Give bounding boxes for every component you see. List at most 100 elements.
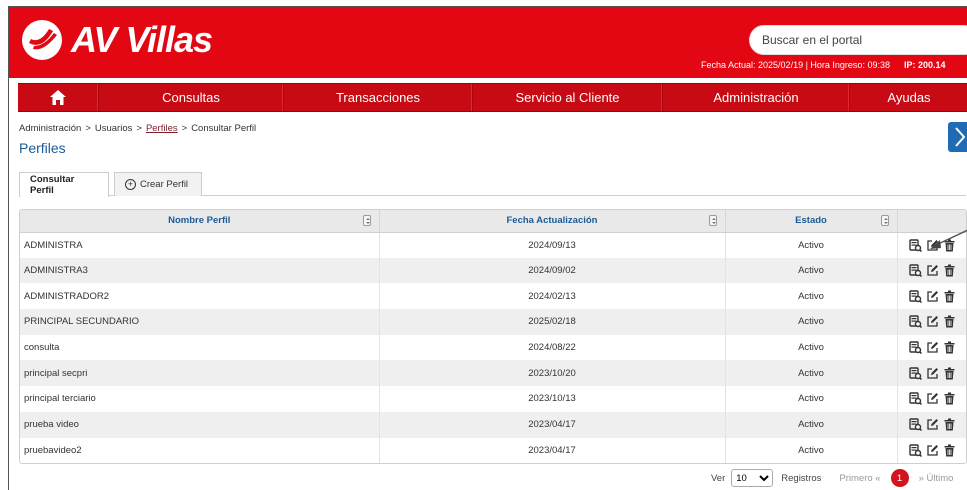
- table-body: ADMINISTRA 2024/09/13 Activo ADMINISTRA3 202…: [20, 232, 966, 463]
- cursor-arrow-icon: [930, 229, 967, 249]
- cell-actions: [897, 360, 966, 387]
- cell-nombre-perfil: principal terciario: [20, 386, 380, 412]
- cell-actions: [897, 386, 966, 412]
- trash-icon[interactable]: [943, 315, 956, 328]
- view-icon[interactable]: [909, 392, 923, 406]
- cell-nombre-perfil: ADMINISTRADOR2: [20, 283, 380, 310]
- tab-bar: Consultar Perfil + Crear Perfil: [19, 172, 966, 197]
- cell-fecha-actualizacion: 2025/02/18: [379, 309, 726, 335]
- cell-estado: Activo: [725, 386, 898, 412]
- column-label: Estado: [795, 215, 827, 227]
- search-input[interactable]: [750, 26, 967, 54]
- cell-estado: Activo: [725, 257, 898, 284]
- view-icon[interactable]: [909, 290, 923, 303]
- edit-icon[interactable]: [926, 290, 939, 303]
- nav-administracion[interactable]: Administración: [663, 84, 850, 111]
- table-row[interactable]: PRINCIPAL SECUNDARIO 2025/02/18 Activo: [20, 309, 966, 335]
- table-row[interactable]: prueba video 2023/04/17 Activo: [20, 411, 966, 438]
- cell-nombre-perfil: PRINCIPAL SECUNDARIO: [20, 309, 380, 335]
- last-page-link[interactable]: » Último: [919, 473, 954, 484]
- logo-mark-icon: [22, 20, 62, 60]
- view-icon[interactable]: [909, 444, 923, 457]
- column-header-fecha-actualizacion[interactable]: Fecha Actualización: [379, 210, 726, 233]
- date-time-info: Fecha Actual: 2025/02/19 | Hora Ingreso:…: [701, 60, 890, 70]
- edit-icon[interactable]: [926, 392, 939, 405]
- trash-icon[interactable]: [943, 341, 956, 354]
- column-header-estado[interactable]: Estado: [725, 210, 898, 233]
- registros-label: Registros: [781, 472, 822, 484]
- trash-icon[interactable]: [943, 264, 956, 277]
- cell-nombre-perfil: principal secpri: [20, 360, 380, 387]
- breadcrumb-perfiles[interactable]: Perfiles: [146, 123, 178, 134]
- page-title: Perfiles: [19, 140, 66, 156]
- page-size-select[interactable]: 10: [731, 469, 774, 487]
- table-row[interactable]: ADMINISTRA 2024/09/13 Activo: [20, 232, 966, 258]
- cell-estado: Activo: [725, 232, 898, 258]
- sort-icon[interactable]: [880, 215, 889, 226]
- add-circle-icon: +: [125, 179, 136, 190]
- edit-icon[interactable]: [926, 444, 939, 457]
- tab-label: Consultar Perfil: [30, 174, 75, 196]
- view-icon[interactable]: [909, 418, 923, 432]
- view-icon[interactable]: [909, 315, 923, 329]
- cell-fecha-actualizacion: 2024/02/13: [379, 283, 726, 310]
- breadcrumb-usuarios[interactable]: Usuarios: [95, 123, 133, 134]
- edit-icon[interactable]: [926, 367, 939, 380]
- search-box[interactable]: [749, 25, 967, 55]
- sort-icon[interactable]: [708, 215, 717, 226]
- breadcrumb-separator: >: [85, 123, 91, 134]
- logo-text: AV Villas: [71, 19, 213, 60]
- edit-icon[interactable]: [926, 341, 939, 354]
- cell-estado: Activo: [725, 309, 898, 335]
- trash-icon[interactable]: [943, 367, 956, 380]
- edit-icon[interactable]: [926, 315, 939, 328]
- first-page-link[interactable]: Primero «: [839, 473, 880, 484]
- home-icon: [50, 90, 66, 105]
- current-page-button[interactable]: 1: [890, 469, 909, 487]
- tab-crear-perfil[interactable]: + Crear Perfil: [114, 172, 202, 196]
- cell-estado: Activo: [725, 283, 898, 310]
- cell-fecha-actualizacion: 2024/08/22: [379, 334, 726, 361]
- trash-icon[interactable]: [943, 290, 956, 303]
- header-bar: AV Villas Fecha Actual: 2025/02/19 | Hor…: [9, 7, 967, 78]
- cell-fecha-actualizacion: 2024/09/13: [379, 232, 726, 258]
- breadcrumb-separator: >: [136, 123, 142, 134]
- table-row[interactable]: ADMINISTRADOR2 2024/02/13 Activo: [20, 283, 966, 310]
- view-icon[interactable]: [909, 238, 923, 252]
- cell-nombre-perfil: pruebavideo2: [20, 437, 380, 463]
- cell-fecha-actualizacion: 2023/10/13: [379, 386, 726, 412]
- column-header-nombre-perfil[interactable]: Nombre Perfil: [20, 210, 380, 233]
- cell-actions: [897, 411, 966, 438]
- edit-icon[interactable]: [926, 418, 939, 431]
- table-row[interactable]: consulta 2024/08/22 Activo: [20, 334, 966, 361]
- table-row[interactable]: principal secpri 2023/10/20 Activo: [20, 360, 966, 387]
- view-icon[interactable]: [909, 264, 923, 278]
- nav-servicio-cliente[interactable]: Servicio al Cliente: [473, 84, 663, 111]
- cell-actions: [897, 283, 966, 310]
- nav-transacciones[interactable]: Transacciones: [284, 84, 473, 111]
- table-row[interactable]: ADMINISTRA3 2024/09/02 Activo: [20, 257, 966, 284]
- side-panel-toggle[interactable]: [948, 122, 967, 152]
- view-icon[interactable]: [909, 341, 923, 355]
- pagination: Ver 10 Registros Primero « 1 » Último: [711, 469, 959, 487]
- cell-nombre-perfil: consulta: [20, 334, 380, 361]
- view-icon[interactable]: [909, 367, 923, 380]
- tab-label: Crear Perfil: [140, 179, 189, 190]
- trash-icon[interactable]: [943, 418, 956, 431]
- profiles-table: Nombre Perfil Fecha Actualización Estado…: [19, 209, 967, 464]
- cell-nombre-perfil: ADMINISTRA3: [20, 257, 380, 284]
- logo[interactable]: AV Villas: [19, 17, 213, 63]
- sort-icon[interactable]: [362, 215, 371, 226]
- cell-nombre-perfil: prueba video: [20, 411, 380, 438]
- breadcrumb-administracion[interactable]: Administración: [19, 123, 81, 134]
- nav-ayudas[interactable]: Ayudas: [850, 84, 967, 111]
- table-row[interactable]: pruebavideo2 2023/04/17 Activo: [20, 437, 966, 463]
- edit-icon[interactable]: [926, 264, 939, 277]
- nav-consultas[interactable]: Consultas: [99, 84, 284, 111]
- trash-icon[interactable]: [943, 444, 956, 457]
- tab-consultar-perfil[interactable]: Consultar Perfil: [19, 172, 109, 197]
- table-row[interactable]: principal terciario 2023/10/13 Activo: [20, 386, 966, 412]
- trash-icon[interactable]: [943, 392, 956, 405]
- nav-home[interactable]: [18, 84, 99, 111]
- cell-fecha-actualizacion: 2024/09/02: [379, 257, 726, 284]
